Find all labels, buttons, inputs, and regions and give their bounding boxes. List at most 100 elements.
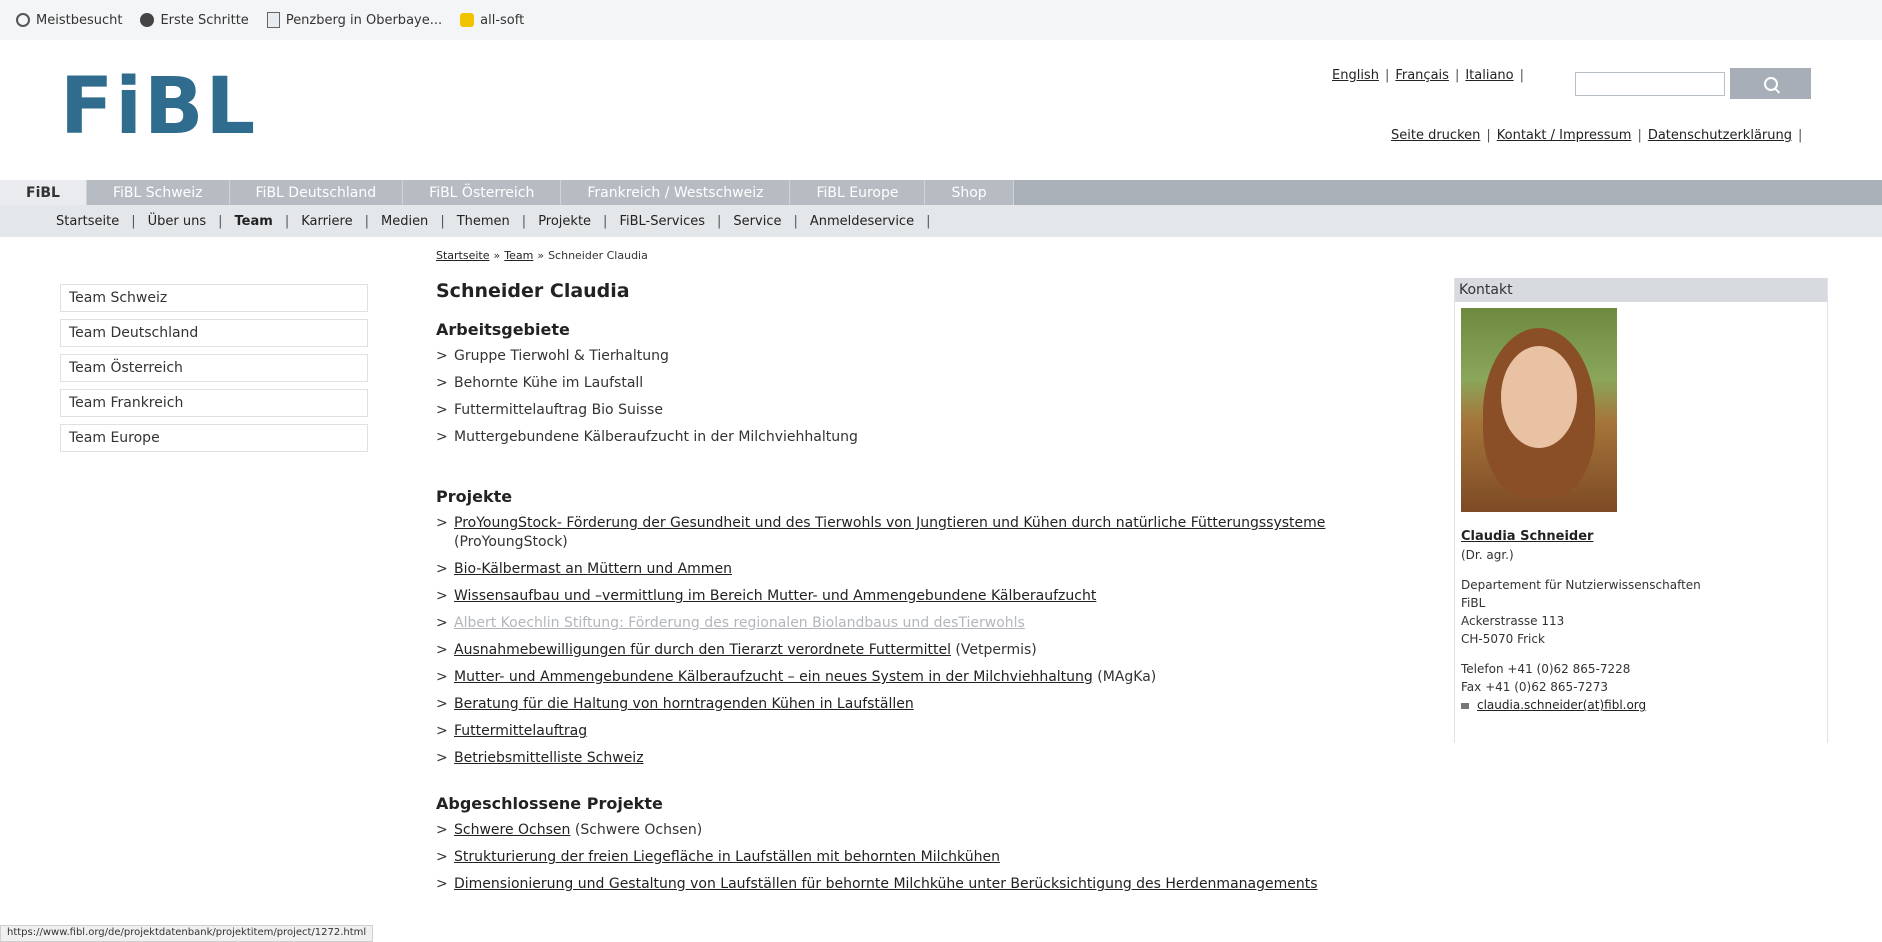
project-link[interactable]: Mutter- und Ammengebundene Kälberaufzuch… [454,669,1093,685]
lang-francais[interactable]: Français [1395,68,1449,83]
list-item: Bio-Kälbermast an Müttern und Ammen [436,560,1376,579]
contact-fax: Fax +41 (0)62 865-7273 [1461,680,1609,694]
bookmark-label: all-soft [480,12,525,28]
email-icon [1461,703,1469,709]
profile-photo [1461,308,1617,512]
tab-fibl[interactable]: FiBL [0,180,87,205]
search-input[interactable] [1575,72,1725,96]
subnav-fibl-services[interactable]: FiBL-Services [619,214,705,229]
subnav-service[interactable]: Service [733,214,781,229]
lang-english[interactable]: English [1332,68,1379,83]
contact-department: Departement für Nutzierwissenschaften [1461,578,1701,592]
tab-fibl-deutschland[interactable]: FiBL Deutschland [229,180,404,205]
section-title: Projekte [436,487,513,506]
list-item: Behornte Kühe im Laufstall [436,374,1376,393]
search-button[interactable] [1730,68,1811,99]
fibl-logo[interactable]: FiBL [60,62,257,152]
project-link[interactable]: ProYoungStock- Förderung der Gesundheit … [454,515,1325,531]
project-link[interactable]: Futtermittelauftrag [454,723,587,739]
bookmark-meistbesucht[interactable]: Meistbesucht [16,13,122,28]
globe-icon [140,13,155,27]
bookmark-penzberg[interactable]: Penzberg in Oberbaye... [266,12,443,28]
list-item: Schwere Ochsen (Schwere Ochsen) [436,821,1376,840]
print-link[interactable]: Seite drucken [1391,128,1480,143]
list-item: Albert Koechlin Stiftung: Förderung des … [436,614,1376,633]
main-nav: FiBL FiBL Schweiz FiBL Deutschland FiBL … [0,180,1882,205]
bookmark-label: Erste Schritte [160,12,249,28]
contact-title: Kontakt [1455,278,1827,302]
sub-nav: Startseite | Über uns | Team | Karriere | Me… [0,205,1882,237]
subnav-themen[interactable]: Themen [457,214,510,229]
project-link[interactable]: Beratung für die Haltung von horntragend… [454,696,914,712]
subnav-startseite[interactable]: Startseite [56,214,119,229]
project-link[interactable]: Ausnahmebewilligungen für durch den Tier… [454,642,951,658]
bookmark-label: Penzberg in Oberbaye... [285,12,443,28]
sidebar-item-team-europe[interactable]: Team Europe [60,424,368,452]
projekte-section: Projekte ProYoungStock- Förderung der Ge… [436,487,1376,768]
contact-street: Ackerstrasse 113 [1461,614,1565,628]
abgeschlossene-projekte-section: Abgeschlossene Projekte Schwere Ochsen (… [436,794,1376,894]
gear-icon [16,13,30,27]
page-title: Schneider Claudia [436,280,630,302]
sidebar-item-team-frankreich[interactable]: Team Frankreich [60,389,368,417]
list-item: Mutter- und Ammengebundene Kälberaufzuch… [436,668,1376,687]
list-item: Beratung für die Haltung von horntragend… [436,695,1376,714]
section-title: Abgeschlossene Projekte [436,794,663,813]
star-icon [460,13,475,27]
subnav-karriere[interactable]: Karriere [301,214,352,229]
bookmarks-bar: Meistbesucht Erste Schritte Penzberg in … [0,0,1882,40]
project-link[interactable]: Wissensaufbau und –vermittlung im Bereic… [454,588,1096,604]
list-item: Ausnahmebewilligungen für durch den Tier… [436,641,1376,660]
sidebar-item-team-schweiz[interactable]: Team Schweiz [60,284,368,312]
language-switcher: English | Français | Italiano | [1332,68,1524,83]
breadcrumb-startseite[interactable]: Startseite [436,249,490,262]
document-icon [266,12,280,28]
breadcrumb: Startseite» Team» Schneider Claudia [436,249,648,262]
tab-fibl-oesterreich[interactable]: FiBL Österreich [403,180,562,205]
contact-email-link[interactable]: claudia.schneider(at)fibl.org [1477,698,1646,712]
bookmark-all-soft[interactable]: all-soft [460,13,524,28]
subnav-anmeldeservice[interactable]: Anmeldeservice [810,214,914,229]
subnav-team[interactable]: Team [235,214,273,229]
left-sidebar: Team Schweiz Team Deutschland Team Öster… [60,284,368,459]
project-link[interactable]: Dimensionierung und Gestaltung von Laufs… [454,876,1318,892]
list-item: Dimensionierung und Gestaltung von Laufs… [436,875,1376,894]
contact-info: Claudia Schneider (Dr. agr.) Departement… [1461,528,1701,714]
tab-fibl-europe[interactable]: FiBL Europe [790,180,926,205]
tab-frankreich[interactable]: Frankreich / Westschweiz [561,180,791,205]
bookmark-label: Meistbesucht [36,12,123,28]
subnav-projekte[interactable]: Projekte [538,214,591,229]
bookmark-erste-schritte[interactable]: Erste Schritte [140,12,249,28]
list-item: Betriebsmittelliste Schweiz [436,749,1376,768]
subnav-medien[interactable]: Medien [381,214,428,229]
breadcrumb-current: Schneider Claudia [548,249,648,262]
list-item: ProYoungStock- Förderung der Gesundheit … [436,514,1376,552]
utility-links: Seite drucken | Kontakt / Impressum | Date… [1391,128,1803,143]
contact-box: Kontakt Claudia Schneider (Dr. agr.) Dep… [1454,278,1828,743]
tab-shop[interactable]: Shop [925,180,1014,205]
privacy-link[interactable]: Datenschutzerklärung [1648,128,1792,143]
tab-fibl-schweiz[interactable]: FiBL Schweiz [86,180,230,205]
list-item: Futtermittelauftrag [436,722,1376,741]
project-link[interactable]: Albert Koechlin Stiftung: Förderung des … [454,615,1025,631]
list-item: Strukturierung der freien Liegefläche in… [436,848,1376,867]
project-link[interactable]: Schwere Ochsen [454,822,570,838]
list-item: Gruppe Tierwohl & Tierhaltung [436,347,1376,366]
project-link[interactable]: Strukturierung der freien Liegefläche in… [454,849,1000,865]
contact-name[interactable]: Claudia Schneider [1461,528,1701,546]
subnav-ueber-uns[interactable]: Über uns [148,214,207,229]
search-icon [1763,76,1778,91]
project-link[interactable]: Bio-Kälbermast an Müttern und Ammen [454,561,732,577]
contact-city: CH-5070 Frick [1461,632,1545,646]
list-item: Wissensaufbau und –vermittlung im Bereic… [436,587,1376,606]
status-bar-url: https://www.fibl.org/de/projektdatenbank… [0,925,374,942]
list-item: Futtermittelauftrag Bio Suisse [436,401,1376,420]
breadcrumb-team[interactable]: Team [504,249,533,262]
contact-org: FiBL [1461,596,1486,610]
sidebar-item-team-oesterreich[interactable]: Team Österreich [60,354,368,382]
section-title: Arbeitsgebiete [436,320,570,339]
contact-imprint-link[interactable]: Kontakt / Impressum [1497,128,1632,143]
sidebar-item-team-deutschland[interactable]: Team Deutschland [60,319,368,347]
lang-italiano[interactable]: Italiano [1465,68,1513,83]
project-link[interactable]: Betriebsmittelliste Schweiz [454,750,644,766]
